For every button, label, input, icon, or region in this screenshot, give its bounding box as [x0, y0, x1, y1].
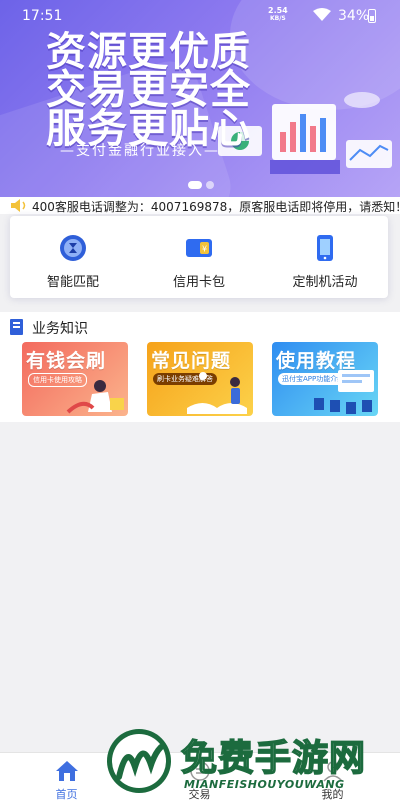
book-icon	[10, 319, 23, 335]
hourglass-icon	[60, 235, 86, 261]
knowledge-card-faq[interactable]: 常见问题 刷卡业务疑难解答	[147, 342, 253, 416]
site-watermark: 免费手游网 MIANFEISHOUYOUWANG	[105, 727, 400, 800]
quick-credit-card[interactable]: ¥ 信用卡包	[136, 216, 262, 298]
knowledge-section: 业务知识 有钱会刷 信用卡使用攻略 常见问题 刷卡业务疑难解答 使用教程 迅付宝…	[0, 312, 400, 422]
banner-subline: —支付金融行业接入—	[60, 143, 220, 159]
quick-label: 智能匹配	[46, 275, 99, 290]
classroom-icon	[314, 370, 374, 414]
section-title: 业务知识	[32, 321, 88, 337]
book-reader-icon	[187, 372, 247, 414]
quick-label: 信用卡包	[172, 275, 225, 290]
knowledge-card-cards[interactable]: 有钱会刷 信用卡使用攻略	[22, 342, 128, 416]
pager-dot[interactable]	[206, 181, 214, 189]
shopping-person-icon	[66, 380, 124, 414]
status-time: 17:51	[22, 8, 63, 24]
notice-text: 400客服电话调整为：4007169878，原客服电话即将停用，请悉知！	[32, 200, 400, 214]
watermark-title: 免费手游网	[180, 737, 367, 780]
status-bar: 17:51 2.54 KB/S 34%	[0, 0, 400, 30]
banner-pager[interactable]	[188, 181, 214, 189]
home-icon	[55, 761, 78, 781]
phone-icon	[317, 235, 333, 261]
svg-text:¥: ¥	[202, 245, 207, 254]
pager-dot-active[interactable]	[188, 181, 202, 189]
speaker-icon	[11, 199, 26, 212]
battery-percent: 34%	[338, 8, 370, 24]
quick-custom-device[interactable]: 定制机活动	[262, 216, 388, 298]
network-speed: 2.54 KB/S	[268, 7, 288, 23]
network-speed-unit: KB/S	[270, 15, 286, 22]
wifi-icon	[313, 8, 331, 21]
network-speed-value: 2.54	[268, 6, 288, 15]
battery-icon	[368, 9, 376, 23]
promo-banner[interactable]: 17:51 2.54 KB/S 34% 资源更优质 交易更安全 服务更贴心 —支…	[0, 0, 400, 197]
notice-bar[interactable]: 400客服电话调整为：4007169878，原客服电话即将停用，请悉知！	[0, 197, 400, 214]
quick-smart-match[interactable]: 智能匹配	[10, 216, 136, 298]
watermark-logo-icon	[107, 729, 171, 793]
knowledge-card-tutorial[interactable]: 使用教程 迅付宝APP功能介绍	[272, 342, 378, 416]
quick-label: 定制机活动	[292, 275, 358, 290]
card-yen-icon: ¥	[186, 239, 212, 257]
quick-actions: 智能匹配 ¥ 信用卡包 定制机活动	[10, 216, 388, 298]
watermark-subtitle: MIANFEISHOUYOUWANG	[184, 778, 345, 791]
